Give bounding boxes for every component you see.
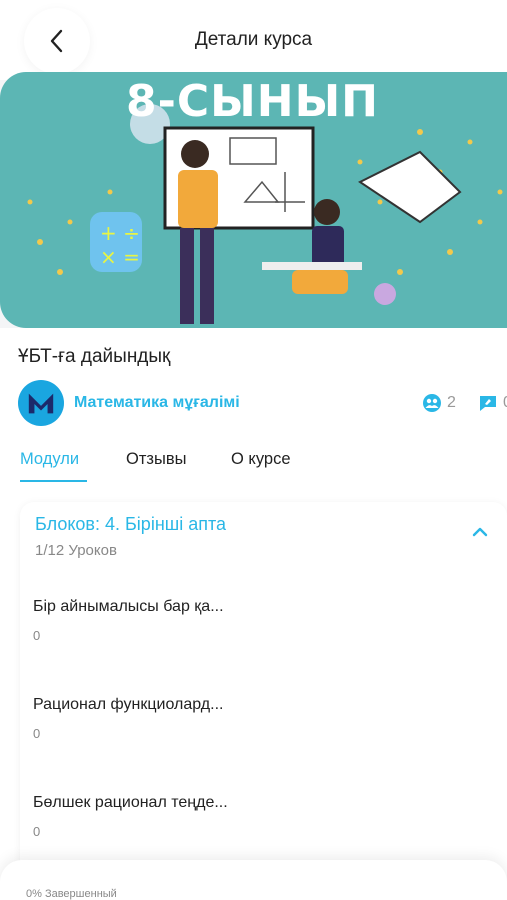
lesson-item[interactable]: Бір айнымалысы бар қа... 0 bbox=[33, 598, 493, 648]
header: Детали курса bbox=[0, 0, 507, 80]
progress-sheet[interactable]: 0% Завершенный bbox=[0, 860, 507, 900]
comments-count: 0 bbox=[503, 394, 507, 412]
lesson-title: Бөлшек рационал теңде... bbox=[33, 794, 228, 811]
course-banner: + ÷ × = 8-СЫНЫП bbox=[0, 72, 507, 328]
lesson-title: Рационал функциолард... bbox=[33, 696, 224, 713]
comments-stat: 0 bbox=[478, 393, 507, 413]
students-count: 2 bbox=[447, 394, 456, 411]
tab-reviews[interactable]: Отзывы bbox=[126, 450, 186, 469]
tab-about[interactable]: О курсе bbox=[231, 450, 291, 469]
users-icon bbox=[423, 394, 441, 412]
progress-label: 0% Завершенный bbox=[26, 888, 117, 900]
page-title: Детали курса bbox=[194, 29, 313, 50]
students-stat: 2 bbox=[422, 393, 456, 413]
teacher-row: Математика мұғалімі 2 0 bbox=[18, 380, 507, 426]
comment-icon bbox=[480, 396, 496, 411]
active-tab-indicator bbox=[20, 480, 87, 482]
lesson-title: Бір айнымалысы бар қа... bbox=[33, 598, 224, 615]
lesson-count: 0 bbox=[33, 726, 41, 741]
lesson-count: 0 bbox=[33, 824, 41, 839]
banner-title: 8-СЫНЫП bbox=[126, 76, 379, 127]
teacher-avatar[interactable] bbox=[18, 380, 64, 426]
svg-text:× =: × = bbox=[100, 245, 140, 269]
teacher-name[interactable]: Математика мұғалімі bbox=[74, 394, 240, 412]
lesson-item[interactable]: Рационал функциолард... 0 bbox=[33, 696, 493, 746]
svg-text:+ ÷: + ÷ bbox=[100, 221, 140, 245]
course-details: ҰБТ-ға дайындық Математика мұғалімі 2 0 … bbox=[0, 328, 507, 900]
module-block[interactable]: Блоков: 4. Бірінші апта 1/12 Уроков Бір … bbox=[20, 502, 507, 900]
m-logo-icon bbox=[28, 393, 54, 414]
lesson-count: 0 bbox=[33, 628, 41, 643]
lessons-count: 1/12 Уроков bbox=[35, 542, 117, 559]
lesson-item[interactable]: Бөлшек рационал теңде... 0 bbox=[33, 794, 493, 844]
tab-modules[interactable]: Модули bbox=[20, 450, 79, 469]
course-name: ҰБТ-ға дайындық bbox=[18, 346, 171, 367]
block-title: Блоков: 4. Бірінші апта bbox=[35, 514, 227, 534]
chevron-up-icon[interactable] bbox=[471, 526, 489, 538]
